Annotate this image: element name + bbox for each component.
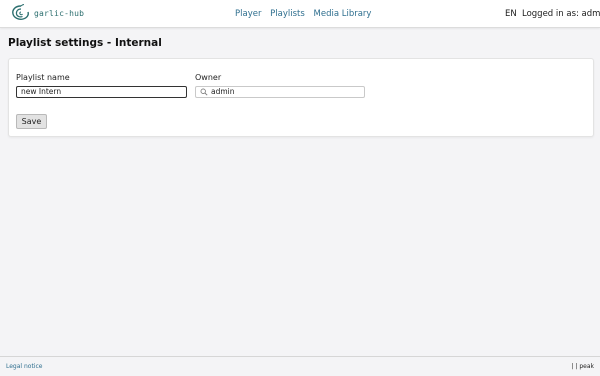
owner-search-input[interactable]: admin <box>195 86 365 98</box>
playlist-name-input[interactable]: new Intern <box>16 86 187 98</box>
playlist-name-label: Playlist name <box>16 73 70 82</box>
logo-text: garlic-hub <box>34 8 85 18</box>
owner-value: admin <box>211 87 235 96</box>
main-navigation: Player Playlists Media Library <box>235 9 377 19</box>
logo[interactable]: garlic-hub <box>10 4 84 22</box>
playlist-name-value: new Intern <box>21 87 62 96</box>
nav-item-media-library[interactable]: Media Library <box>314 9 372 19</box>
save-button[interactable]: Save <box>16 114 47 129</box>
footer: Legal notice | | peak <box>0 356 600 376</box>
garlic-logo-icon <box>12 4 29 20</box>
footer-status: | | peak <box>571 363 594 370</box>
page-title: Playlist settings - Internal <box>8 37 162 49</box>
top-navigation-bar: garlic-hub Player Playlists Media Librar… <box>0 0 600 28</box>
owner-label: Owner <box>195 73 222 82</box>
user-menu[interactable]: Logged in as: admin <box>522 9 600 19</box>
legal-notice-link[interactable]: Legal notice <box>6 363 42 370</box>
settings-form-card: Playlist name new Intern Owner admin Sav… <box>8 58 594 137</box>
search-icon <box>200 88 208 96</box>
nav-item-player[interactable]: Player <box>235 9 261 19</box>
nav-item-playlists[interactable]: Playlists <box>270 9 305 19</box>
language-selector[interactable]: EN <box>505 9 517 19</box>
